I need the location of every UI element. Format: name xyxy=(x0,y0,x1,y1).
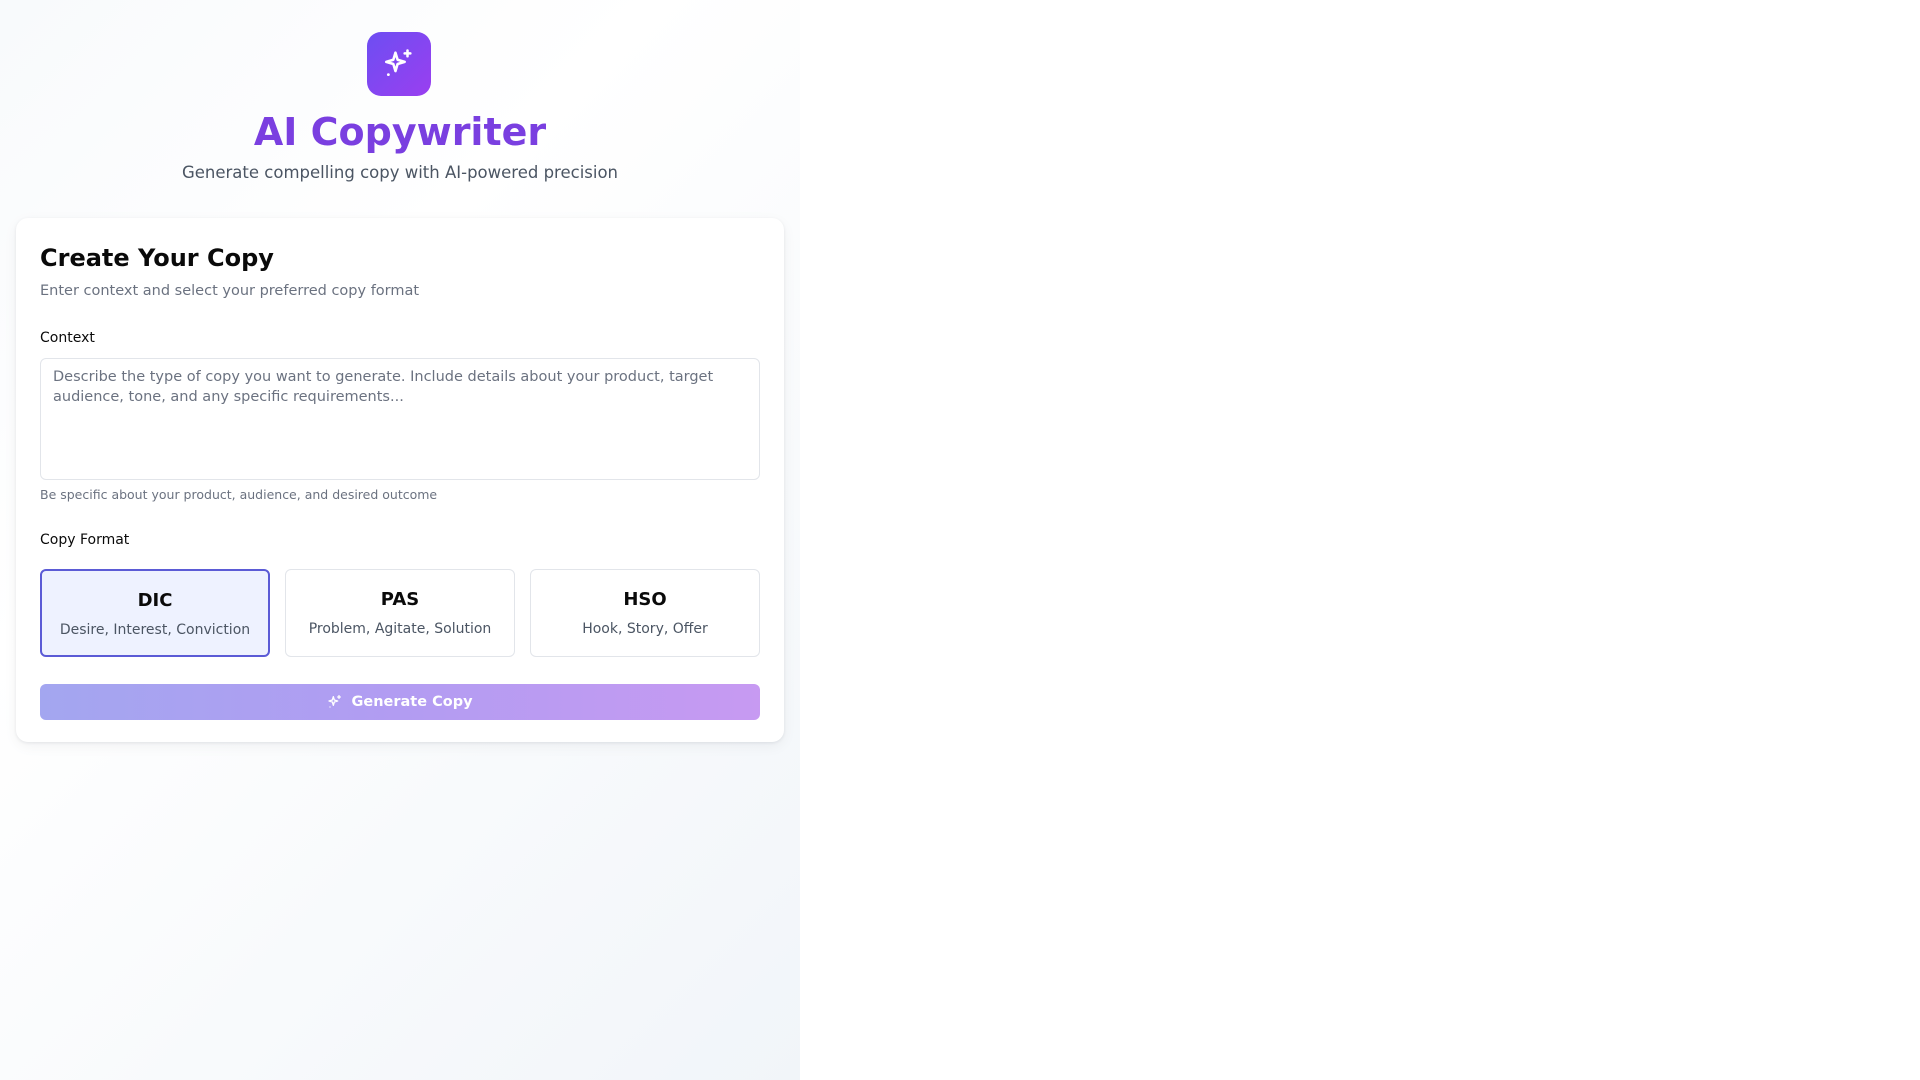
format-option-name: PAS xyxy=(380,589,420,610)
format-option-description: Desire, Interest, Conviction xyxy=(59,622,251,638)
context-label: Context xyxy=(40,330,95,346)
card-title: Create Your Copy xyxy=(40,244,274,272)
format-option-name: DIC xyxy=(137,590,173,611)
format-option-name: HSO xyxy=(623,589,667,610)
app-panel: AI Copywriter Generate compelling copy w… xyxy=(0,0,800,1080)
create-copy-card: Create Your Copy Enter context and selec… xyxy=(16,218,784,742)
app-subtitle: Generate compelling copy with AI-powered… xyxy=(181,163,619,182)
app-logo xyxy=(367,32,431,96)
context-hint: Be specific about your product, audience… xyxy=(40,487,438,502)
app-title: AI Copywriter xyxy=(253,110,547,154)
format-option-dic[interactable]: DIC Desire, Interest, Conviction xyxy=(40,569,270,657)
format-option-hso[interactable]: HSO Hook, Story, Offer xyxy=(530,569,760,657)
copy-format-label: Copy Format xyxy=(40,532,130,548)
generate-copy-button[interactable]: Generate Copy xyxy=(40,684,760,720)
sparkles-icon xyxy=(384,49,412,77)
format-option-description: Hook, Story, Offer xyxy=(582,621,708,637)
generate-copy-label: Generate Copy xyxy=(351,694,473,710)
sparkles-icon xyxy=(328,695,342,708)
card-description: Enter context and select your preferred … xyxy=(40,283,420,299)
format-option-description: Problem, Agitate, Solution xyxy=(308,621,492,637)
format-option-pas[interactable]: PAS Problem, Agitate, Solution xyxy=(285,569,515,657)
context-textarea[interactable] xyxy=(40,358,760,480)
